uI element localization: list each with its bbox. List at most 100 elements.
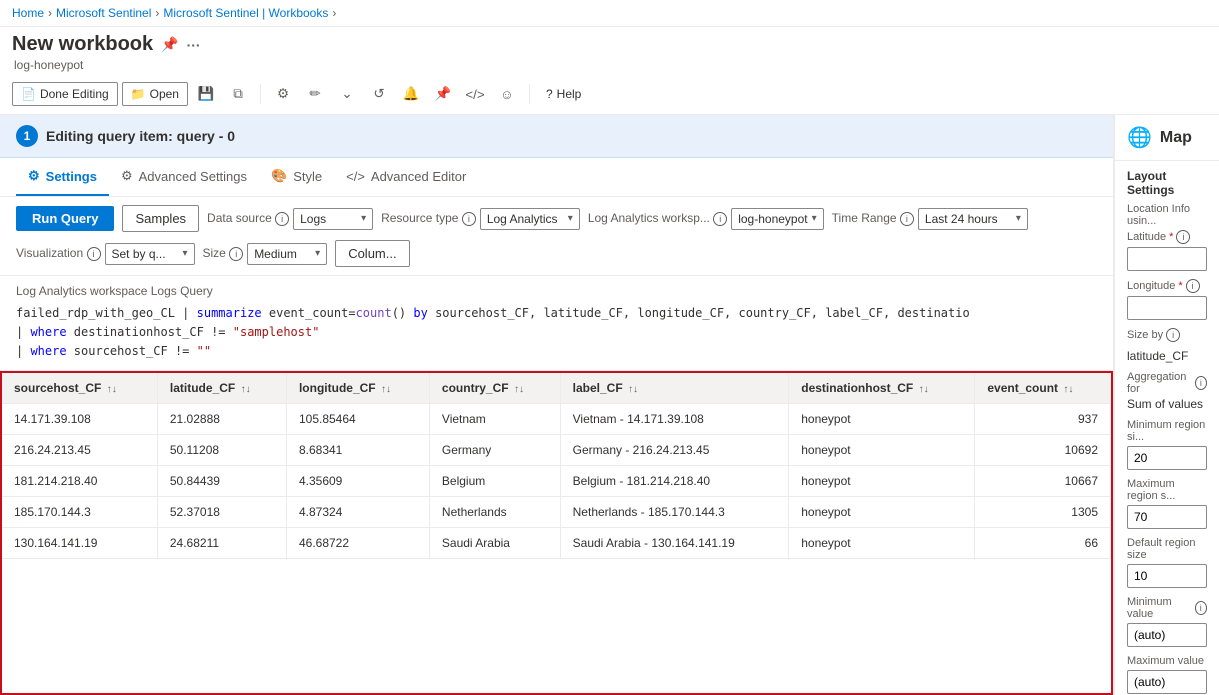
breadcrumb-home[interactable]: Home — [12, 6, 44, 20]
chevron-down-button[interactable]: ⌄ — [333, 80, 361, 108]
time-range-info-icon[interactable]: i — [900, 212, 914, 226]
breadcrumb-workbooks[interactable]: Microsoft Sentinel | Workbooks — [163, 6, 328, 20]
run-query-button[interactable]: Run Query — [16, 206, 114, 231]
tab-advanced-settings[interactable]: ⚙ Advanced Settings — [109, 158, 259, 196]
longitude-info-icon[interactable]: i — [1186, 279, 1200, 293]
workbook-subtitle: log-honeypot — [12, 58, 1207, 72]
workspace-select[interactable]: log-honeypot ▾ — [731, 208, 823, 230]
table-cell-1-4: Germany - 216.24.213.45 — [560, 434, 789, 465]
sort-arrows-longitude[interactable]: ↑↓ — [381, 384, 391, 395]
size-by-label: Size by i — [1127, 328, 1207, 342]
notification-button[interactable]: 🔔 — [397, 80, 425, 108]
default-region-size-input[interactable] — [1127, 564, 1207, 588]
workspace-label: Log Analytics worksp... i — [588, 211, 727, 226]
workspace-info-icon[interactable]: i — [713, 212, 727, 226]
sort-arrows-country[interactable]: ↑↓ — [514, 384, 524, 395]
pin-icon[interactable]: 📌 — [161, 36, 178, 53]
sort-arrows-event-count[interactable]: ↑↓ — [1063, 384, 1073, 395]
query-line-3: | where sourcehost_CF != "" — [16, 342, 1097, 361]
latitude-input[interactable] — [1127, 247, 1207, 271]
refresh-button[interactable]: ↺ — [365, 80, 393, 108]
resource-type-info-icon[interactable]: i — [462, 212, 476, 226]
more-options-icon[interactable]: ··· — [187, 37, 201, 53]
col-destination[interactable]: destinationhost_CF ↑↓ — [789, 373, 975, 404]
tab-settings[interactable]: ⚙ Settings — [16, 158, 109, 196]
col-event-count[interactable]: event_count ↑↓ — [975, 373, 1111, 404]
edit-doc-icon: 📄 — [21, 87, 36, 101]
min-region-size-input[interactable] — [1127, 446, 1207, 470]
table-cell-4-0: 130.164.141.19 — [2, 527, 157, 558]
settings-icon: ⚙ — [28, 168, 40, 184]
left-panel: 1 Editing query item: query - 0 ⚙ Settin… — [0, 115, 1114, 695]
min-value-info-icon[interactable]: i — [1195, 601, 1207, 615]
emoji-button[interactable]: ☺ — [493, 80, 521, 108]
table-cell-4-4: Saudi Arabia - 130.164.141.19 — [560, 527, 789, 558]
workbook-title-text: New workbook — [12, 33, 153, 56]
share-button[interactable]: 📌 — [429, 80, 457, 108]
open-button[interactable]: 📁 Open — [122, 82, 188, 106]
code-button[interactable]: </> — [461, 80, 489, 108]
sort-arrows-sourcehost[interactable]: ↑↓ — [107, 384, 117, 395]
size-select[interactable]: Medium ▾ — [247, 243, 327, 265]
results-area[interactable]: sourcehost_CF ↑↓ latitude_CF ↑↓ longitud… — [0, 371, 1113, 695]
resource-type-select[interactable]: Log Analytics ▾ — [480, 208, 580, 230]
sort-arrows-latitude[interactable]: ↑↓ — [241, 384, 251, 395]
time-range-chevron-icon: ▾ — [1016, 213, 1021, 224]
table-row: 185.170.144.352.370184.87324NetherlandsN… — [2, 496, 1111, 527]
longitude-input[interactable] — [1127, 296, 1207, 320]
resource-type-group: Resource type i Log Analytics ▾ — [381, 208, 580, 230]
folder-icon: 📁 — [131, 87, 146, 101]
longitude-label: Longitude * i — [1127, 279, 1207, 293]
help-button[interactable]: ? Help — [538, 83, 589, 105]
table-cell-1-0: 216.24.213.45 — [2, 434, 157, 465]
right-panel-title: Map — [1160, 129, 1192, 147]
size-info-icon[interactable]: i — [229, 247, 243, 261]
done-editing-button[interactable]: 📄 Done Editing — [12, 82, 118, 106]
col-country[interactable]: country_CF ↑↓ — [429, 373, 560, 404]
column-settings-button[interactable]: Colum... — [335, 240, 409, 267]
query-code[interactable]: failed_rdp_with_geo_CL | summarize event… — [16, 304, 1097, 362]
min-value-input[interactable] — [1127, 623, 1207, 647]
resource-type-label: Resource type i — [381, 211, 476, 226]
sort-arrows-destination[interactable]: ↑↓ — [919, 384, 929, 395]
breadcrumb-sentinel[interactable]: Microsoft Sentinel — [56, 6, 151, 20]
save-button[interactable]: 💾 — [192, 80, 220, 108]
col-label[interactable]: label_CF ↑↓ — [560, 373, 789, 404]
table-cell-4-1: 24.68211 — [157, 527, 286, 558]
col-longitude[interactable]: longitude_CF ↑↓ — [286, 373, 429, 404]
tab-style[interactable]: 🎨 Style — [259, 158, 334, 196]
visualization-select[interactable]: Set by q... ▾ — [105, 243, 195, 265]
size-by-info-icon[interactable]: i — [1166, 328, 1180, 342]
max-region-size-input[interactable] — [1127, 505, 1207, 529]
table-cell-0-6: 937 — [975, 403, 1111, 434]
table-cell-3-6: 1305 — [975, 496, 1111, 527]
data-source-label: Data source i — [207, 211, 289, 226]
aggregation-info-icon[interactable]: i — [1195, 376, 1207, 390]
max-value-input[interactable] — [1127, 670, 1207, 694]
data-source-select[interactable]: Logs ▾ — [293, 208, 373, 230]
col-sourcehost[interactable]: sourcehost_CF ↑↓ — [2, 373, 157, 404]
col-latitude[interactable]: latitude_CF ↑↓ — [157, 373, 286, 404]
sort-arrows-label[interactable]: ↑↓ — [628, 384, 638, 395]
data-source-chevron-icon: ▾ — [361, 213, 366, 224]
settings-button[interactable]: ⚙ — [269, 80, 297, 108]
table-cell-1-3: Germany — [429, 434, 560, 465]
table-cell-4-6: 66 — [975, 527, 1111, 558]
table-cell-2-5: honeypot — [789, 465, 975, 496]
table-cell-3-2: 4.87324 — [286, 496, 429, 527]
data-source-info-icon[interactable]: i — [275, 212, 289, 226]
samples-button[interactable]: Samples — [122, 205, 199, 232]
editing-header: 1 Editing query item: query - 0 — [0, 115, 1113, 158]
time-range-select[interactable]: Last 24 hours ▾ — [918, 208, 1028, 230]
edit-button[interactable]: ✏ — [301, 80, 329, 108]
table-cell-1-2: 8.68341 — [286, 434, 429, 465]
workspace-group: Log Analytics worksp... i log-honeypot ▾ — [588, 208, 824, 230]
layout-settings-section: Layout Settings Location Info usin... La… — [1115, 161, 1219, 695]
visualization-info-icon[interactable]: i — [87, 247, 101, 261]
location-info-label: Location Info usin... — [1127, 203, 1207, 227]
table-cell-0-3: Vietnam — [429, 403, 560, 434]
latitude-info-icon[interactable]: i — [1176, 230, 1190, 244]
visualization-label: Visualization i — [16, 246, 101, 261]
copy-button[interactable]: ⧉ — [224, 80, 252, 108]
tab-advanced-editor[interactable]: </> Advanced Editor — [334, 159, 478, 196]
